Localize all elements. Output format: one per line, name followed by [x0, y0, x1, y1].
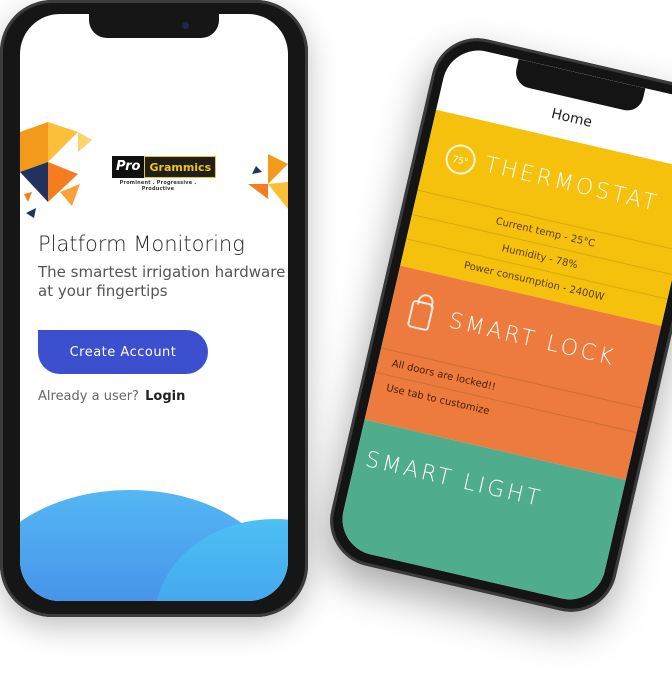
front-phone-notch [89, 14, 219, 38]
already-user-text: Already a user? Login [38, 389, 185, 404]
front-phone-screen: Pro Grammics Prominent . Progressive . P… [20, 14, 288, 601]
back-phone-screen: Home ☰ 75° THERMOSTAT Current temp - 25°… [335, 43, 672, 607]
already-user-label: Already a user? [38, 389, 139, 404]
create-account-button[interactable]: Create Account [38, 330, 208, 374]
lock-icon [406, 299, 435, 332]
thermostat-icon: 75° [442, 141, 479, 178]
camera-icon [182, 22, 189, 29]
login-link[interactable]: Login [145, 389, 185, 404]
smart-light-title: SMART LIGHT [362, 447, 545, 513]
geometric-decoration-right-icon [248, 154, 288, 209]
page-subtitle: The smartest irrigation hardware at your… [38, 263, 286, 300]
programmics-logo: Pro Grammics Prominent . Progressive . P… [112, 156, 217, 192]
logo-tagline: Prominent . Progressive . Productive [119, 180, 197, 192]
logo-grammics-text: Grammics [144, 156, 217, 178]
small-triangle-icon [26, 208, 36, 218]
smart-lock-title: SMART LOCK [446, 308, 619, 372]
front-phone: Pro Grammics Prominent . Progressive . P… [0, 0, 308, 617]
page-title: Platform Monitoring [38, 232, 245, 256]
geometric-decoration-left-icon [20, 122, 92, 206]
logo-pro-text: Pro [112, 156, 145, 178]
back-phone: Home ☰ 75° THERMOSTAT Current temp - 25°… [321, 29, 672, 621]
thermostat-title: THERMOSTAT [482, 152, 662, 217]
